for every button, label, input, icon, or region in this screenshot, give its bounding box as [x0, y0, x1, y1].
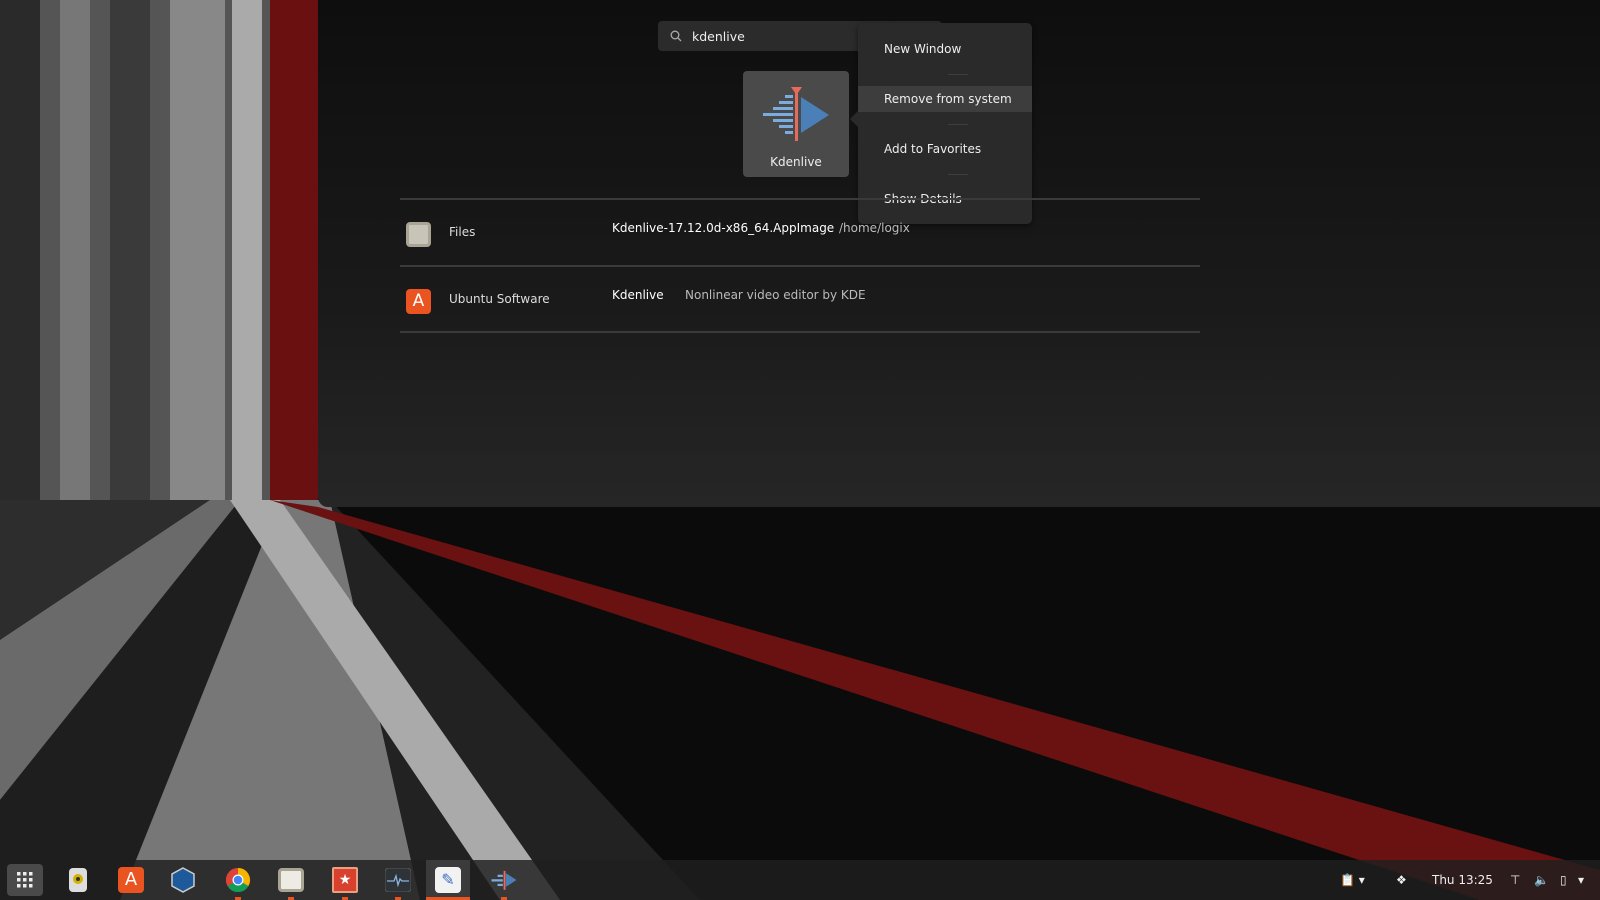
divider: [400, 331, 1200, 333]
provider-name: Files: [449, 225, 476, 239]
dock-rhythmbox[interactable]: [63, 865, 93, 895]
result-title: Kdenlive: [612, 288, 664, 302]
volume-icon[interactable]: 🔈: [1534, 873, 1549, 887]
virtualbox-icon: [171, 867, 195, 893]
system-menu-arrow-icon[interactable]: ▾: [1578, 873, 1584, 887]
app-context-menu: New Window Remove from system Add to Fav…: [850, 23, 1032, 224]
rhythmbox-icon: [69, 868, 87, 892]
menu-separator: [948, 124, 968, 125]
dock-virtualbox[interactable]: [168, 865, 198, 895]
menu-item-remove-from-system[interactable]: Remove from system: [858, 86, 1032, 112]
clock[interactable]: Thu 13:25: [1432, 873, 1493, 887]
system-monitor-icon: [385, 868, 411, 892]
folder-icon: [278, 868, 304, 892]
chrome-icon: [225, 868, 251, 893]
battery-icon[interactable]: ▯: [1560, 873, 1567, 887]
dock-system-monitor[interactable]: [383, 865, 413, 900]
network-icon[interactable]: ⊤: [1510, 873, 1520, 887]
wunderlist-icon: ★: [332, 867, 358, 893]
result-detail: /home/logix: [839, 221, 910, 235]
menu-item-add-to-favorites[interactable]: Add to Favorites: [858, 136, 1032, 162]
dock-wunderlist[interactable]: ★: [330, 865, 360, 900]
search-result-files[interactable]: Files Kdenlive-17.12.0d-x86_64.AppImage …: [400, 200, 1200, 264]
app-tile-kdenlive[interactable]: Kdenlive: [743, 71, 849, 177]
search-result-ubuntu-software[interactable]: A Ubuntu Software Kdenlive Nonlinear vid…: [400, 267, 1200, 331]
show-applications-button[interactable]: [7, 864, 43, 896]
clipboard-indicator[interactable]: 📋 ▾: [1340, 873, 1365, 887]
provider-name: Ubuntu Software: [449, 292, 550, 306]
grid-icon: [17, 872, 33, 888]
menu-separator: [948, 74, 968, 75]
dock-kdenlive[interactable]: [489, 865, 519, 900]
dock-files[interactable]: [276, 865, 306, 900]
dock-text-editor[interactable]: ✎: [426, 860, 470, 900]
folder-icon: [406, 222, 431, 247]
software-center-icon: A: [406, 289, 431, 314]
kdenlive-icon: [763, 87, 829, 141]
dropbox-icon[interactable]: ❖: [1396, 873, 1407, 887]
dock-chrome[interactable]: [223, 865, 253, 900]
menu-separator: [948, 174, 968, 175]
menu-item-new-window[interactable]: New Window: [858, 36, 1032, 62]
app-tile-label: Kdenlive: [770, 155, 822, 169]
result-detail: Nonlinear video editor by KDE: [685, 288, 866, 302]
search-icon: [670, 30, 682, 42]
search-value: kdenlive: [692, 28, 745, 44]
kdenlive-icon: [491, 870, 517, 890]
software-center-icon: A: [118, 867, 144, 893]
text-editor-icon: ✎: [435, 867, 461, 893]
dock-ubuntu-software[interactable]: A: [116, 865, 146, 895]
result-title: Kdenlive-17.12.0d-x86_64.AppImage: [612, 221, 835, 235]
